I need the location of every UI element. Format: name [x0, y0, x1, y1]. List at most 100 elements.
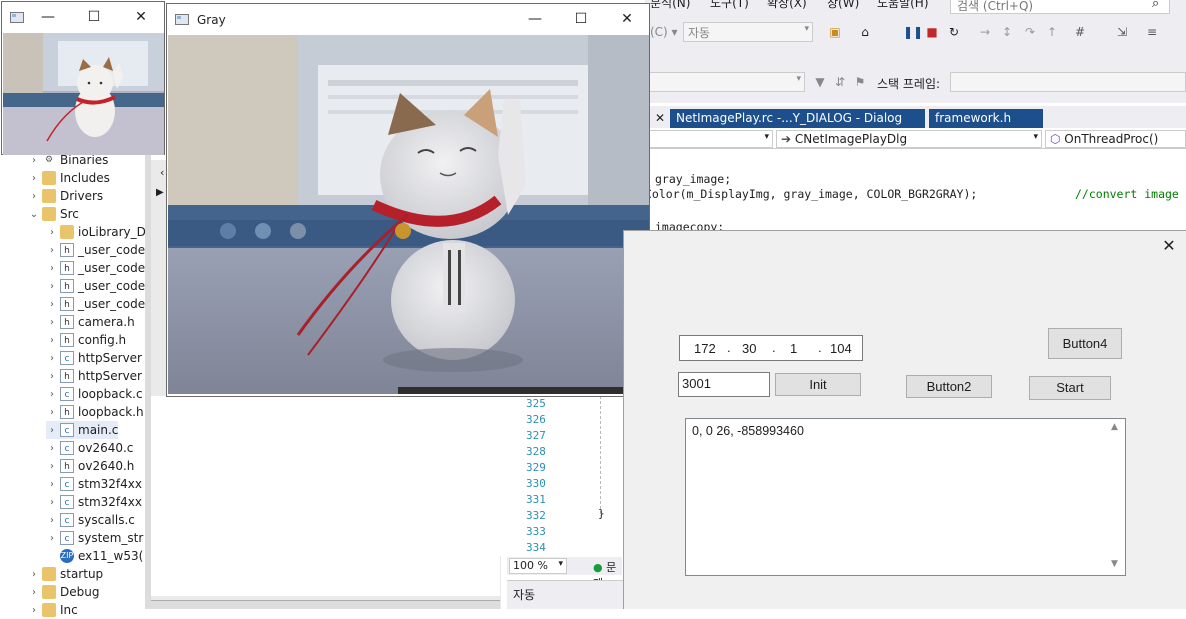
tree-item[interactable]: › startup	[28, 565, 103, 583]
scroll-up-icon[interactable]: ▲	[1111, 422, 1118, 432]
tree-item[interactable]: › c main.c	[46, 421, 119, 439]
minimize-icon[interactable]: —	[28, 2, 68, 32]
scroll-down-icon[interactable]: ▼	[1111, 559, 1118, 569]
chevron-right-icon[interactable]: ›	[46, 407, 58, 418]
config-combo[interactable]: 자동 ▾	[683, 22, 813, 42]
tree-item[interactable]: › h loopback.h	[46, 403, 144, 421]
chevron-right-icon[interactable]: ›	[28, 587, 40, 598]
log-textarea[interactable]: 0, 0 26, -858993460 ▲ ▼	[685, 418, 1126, 576]
filter-icon[interactable]: ▼	[813, 75, 827, 89]
vs-search-input[interactable]: 검색 (Ctrl+Q)	[950, 0, 1170, 14]
tree-item[interactable]: › h httpServer	[46, 367, 142, 385]
menu-analyze[interactable]: 분석(N)	[650, 0, 690, 11]
tree-item[interactable]: › c stm32f4xx	[46, 475, 142, 493]
log-scrollbar[interactable]: ▲ ▼	[1108, 419, 1125, 575]
chevron-right-icon[interactable]: ›	[46, 263, 58, 274]
toggle-filter-icon[interactable]: ⇵	[833, 75, 847, 89]
button2[interactable]: Button2	[906, 375, 992, 398]
stop-icon[interactable]: ■	[925, 25, 939, 39]
chevron-right-icon[interactable]: ›	[28, 569, 40, 580]
pause-icon[interactable]: ❚❚	[903, 25, 923, 39]
collapse-arrow-icon[interactable]: ‹	[160, 166, 164, 179]
tab-framework-h[interactable]: framework.h	[929, 109, 1043, 128]
tree-item[interactable]: › c loopback.c	[46, 385, 143, 403]
chevron-right-icon[interactable]: ›	[46, 497, 58, 508]
search-icon[interactable]: ⌕	[1152, 0, 1159, 11]
camera-window-titlebar[interactable]: — ☐ ✕	[2, 2, 164, 32]
chevron-right-icon[interactable]: ›	[28, 173, 40, 184]
tree-item[interactable]: › ioLibrary_D	[46, 223, 146, 241]
ip-address-control[interactable]: 172 . 30 . 1 . 104	[679, 335, 863, 361]
autos-panel-title[interactable]: 자동	[513, 586, 535, 603]
chevron-right-icon[interactable]: ›	[46, 299, 58, 310]
vs-code-editor[interactable]: gray_image; Color(m_DisplayImg, gray_ima…	[645, 150, 1186, 234]
tree-item[interactable]: › h config.h	[46, 331, 126, 349]
nav-project-combo[interactable]: ▾	[645, 130, 773, 148]
chevron-right-icon[interactable]: ›	[46, 443, 58, 454]
align-icon[interactable]: ≡	[1145, 25, 1159, 39]
tree-item[interactable]: › h ov2640.h	[46, 457, 134, 475]
tree-item[interactable]: ZIP ex11_w53(	[46, 547, 143, 565]
step-over-icon[interactable]: ↷	[1023, 25, 1037, 39]
restart-icon[interactable]: ↻	[947, 25, 961, 39]
ip-octet-3[interactable]: 1	[790, 341, 797, 356]
menu-tools[interactable]: 도구(T)	[710, 0, 749, 11]
menu-help[interactable]: 도움말(H)	[877, 0, 929, 11]
chevron-right-icon[interactable]: ›	[46, 281, 58, 292]
port-input[interactable]: 3001	[678, 372, 770, 397]
chevron-right-icon[interactable]: ›	[46, 515, 58, 526]
tree-item[interactable]: › c syscalls.c	[46, 511, 135, 529]
tree-item[interactable]: › c system_str	[46, 529, 143, 547]
chevron-right-icon[interactable]: ›	[28, 605, 40, 616]
close-icon[interactable]: ✕	[1151, 233, 1186, 259]
chevron-right-icon[interactable]: ›	[46, 389, 58, 400]
tab-netimageplay-rc[interactable]: NetImagePlay.rc -...Y_DIALOG - Dialog	[670, 109, 925, 128]
chevron-right-icon[interactable]: ›	[28, 191, 40, 202]
minimize-icon[interactable]: —	[512, 4, 558, 34]
chevron-right-icon[interactable]: ›	[46, 371, 58, 382]
tree-item[interactable]: › h _user_code	[46, 295, 145, 313]
chevron-right-icon[interactable]: ›	[46, 479, 58, 490]
chevron-right-icon[interactable]: ›	[46, 461, 58, 472]
chevron-down-icon[interactable]: ⌄	[28, 209, 40, 220]
chevron-right-icon[interactable]: ›	[46, 245, 58, 256]
show-next-icon[interactable]: →	[978, 25, 992, 39]
platform-combo-tail[interactable]: (C) ▾	[650, 25, 678, 39]
chevron-right-icon[interactable]: ›	[46, 425, 58, 436]
chevron-right-icon[interactable]: ›	[46, 335, 58, 346]
flag-icon[interactable]: ⚑	[853, 75, 867, 89]
expand-arrow-icon[interactable]: ▶	[156, 187, 164, 198]
gray-window-titlebar[interactable]: Gray — ☐ ✕	[167, 4, 649, 34]
tree-item[interactable]: › h camera.h	[46, 313, 135, 331]
tree-item[interactable]: › Drivers	[28, 187, 103, 205]
tree-item[interactable]: › c httpServer	[46, 349, 142, 367]
chevron-right-icon[interactable]: ›	[28, 155, 40, 166]
tree-item[interactable]: › h _user_code	[46, 259, 145, 277]
chevron-right-icon[interactable]: ›	[46, 227, 58, 238]
button4[interactable]: Button4	[1048, 328, 1122, 359]
folder-open-icon[interactable]: ▣	[828, 25, 842, 39]
menu-extensions[interactable]: 확장(X)	[767, 0, 807, 11]
chevron-right-icon[interactable]: ›	[46, 317, 58, 328]
tree-item[interactable]: › Includes	[28, 169, 110, 187]
close-icon[interactable]: ✕	[120, 2, 162, 32]
zoom-combo[interactable]: 100 % ▾	[509, 558, 567, 574]
tree-item[interactable]: › c ov2640.c	[46, 439, 133, 457]
thread-icon[interactable]: ⇲	[1115, 25, 1129, 39]
nav-method-combo[interactable]: ⬡ OnThreadProc()	[1045, 130, 1186, 148]
tree-item[interactable]: › h _user_code	[46, 277, 145, 295]
tree-item[interactable]: › Debug	[28, 583, 99, 601]
step-into-icon[interactable]: ↕	[1000, 25, 1014, 39]
chevron-right-icon[interactable]: ›	[46, 533, 58, 544]
close-tab-icon[interactable]: ✕	[655, 111, 665, 125]
ip-octet-4[interactable]: 104	[830, 341, 852, 356]
chevron-right-icon[interactable]: ›	[46, 353, 58, 364]
tree-item[interactable]: ⌄ Src	[28, 205, 79, 223]
ip-octet-2[interactable]: 30	[742, 341, 756, 356]
start-button[interactable]: Start	[1029, 376, 1111, 400]
home-icon[interactable]: ⌂	[858, 25, 872, 39]
nav-class-combo[interactable]: ➔ CNetImagePlayDlg ▾	[776, 130, 1042, 148]
tree-item[interactable]: › h _user_code	[46, 241, 145, 259]
menu-window[interactable]: 창(W)	[827, 0, 859, 11]
init-button[interactable]: Init	[775, 373, 861, 396]
